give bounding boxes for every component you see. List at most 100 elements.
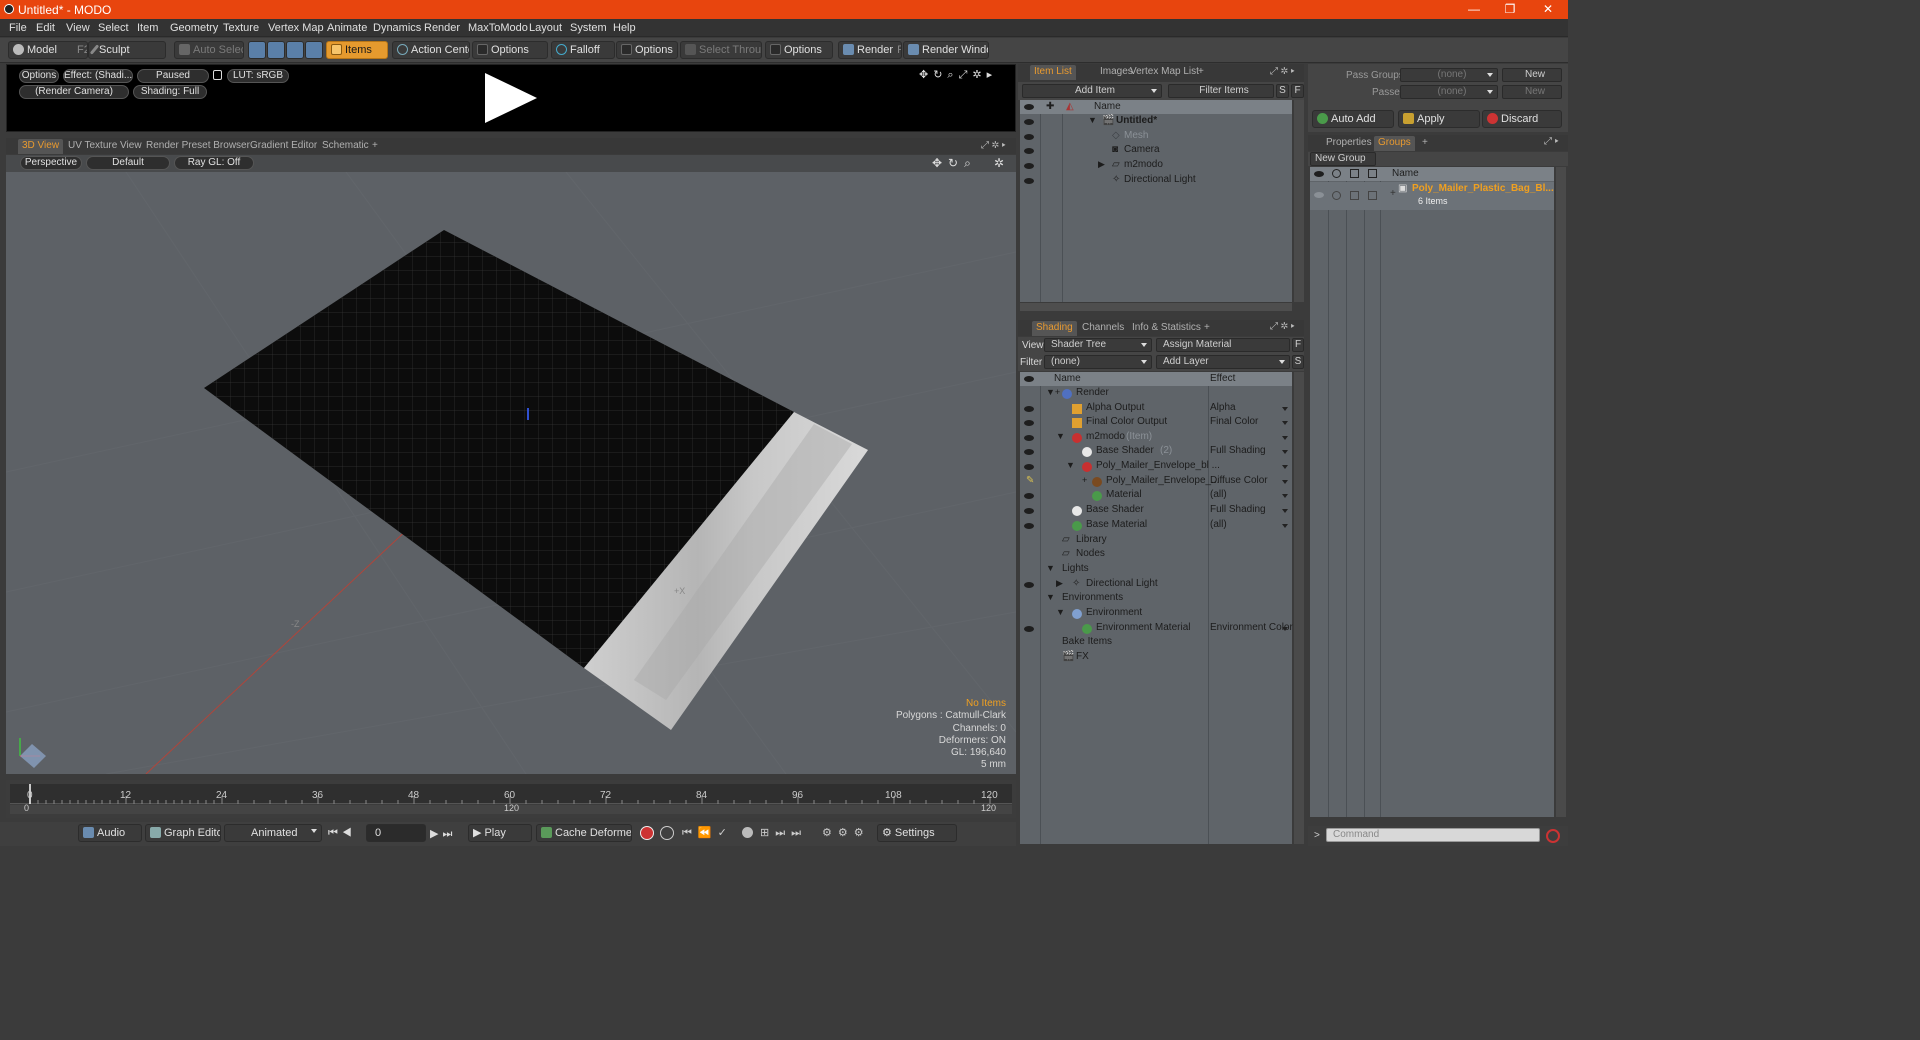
- sculpt-mode-button[interactable]: Sculpt: [88, 41, 166, 59]
- shader-effect[interactable]: (all): [1210, 519, 1227, 530]
- add-shading-tab-button[interactable]: +: [1200, 321, 1214, 336]
- shader-row-poly-mailer-group[interactable]: ▼ Poly_Mailer_Envelope_bl ...: [1020, 460, 1292, 474]
- tab-vertex-map-list[interactable]: Vertex Map List: [1126, 65, 1203, 80]
- timeline-range-bar[interactable]: 0 120 120: [10, 803, 1012, 814]
- eye-icon[interactable]: [1024, 464, 1034, 470]
- shader-row-final-color-output[interactable]: Final Color Output Final Color: [1020, 416, 1292, 430]
- item-row-mesh[interactable]: ◇ Mesh: [1020, 130, 1292, 144]
- add-groups-tab-button[interactable]: +: [1418, 136, 1432, 151]
- eye-icon[interactable]: [1024, 406, 1034, 412]
- assign-material-button[interactable]: Assign Material: [1156, 338, 1290, 352]
- tab-3d-view[interactable]: 3D View: [18, 139, 64, 154]
- play-button[interactable]: ▶ Play: [468, 824, 532, 842]
- menu-texture[interactable]: Texture: [223, 22, 259, 34]
- eye-icon[interactable]: [1024, 626, 1034, 632]
- step-forward-icons[interactable]: ▶⏭: [430, 827, 456, 841]
- shader-effect[interactable]: Full Shading: [1210, 504, 1266, 515]
- restore-button[interactable]: ❐: [1492, 0, 1528, 19]
- apply-button[interactable]: Apply: [1398, 110, 1480, 128]
- item-list-f-button[interactable]: F: [1291, 84, 1304, 98]
- audio-button[interactable]: Audio: [78, 824, 142, 842]
- tab-gradient-editor[interactable]: Gradient Editor: [246, 139, 321, 154]
- lock-icon[interactable]: [213, 70, 222, 80]
- expand-arrow-icon[interactable]: ▼: [1046, 592, 1055, 602]
- add-layer-dropdown[interactable]: Add Layer: [1156, 355, 1290, 369]
- key-tools-icons[interactable]: ⏮⏪✓: [682, 826, 733, 840]
- frame-field[interactable]: 0: [366, 824, 426, 842]
- preview-effect-dropdown[interactable]: Effect: (Shadi...: [63, 69, 133, 83]
- shader-row-alpha-output[interactable]: Alpha Output Alpha: [1020, 402, 1292, 416]
- item-list-scrollbar[interactable]: [1294, 100, 1304, 302]
- chevron-down-icon[interactable]: [1282, 436, 1288, 440]
- shader-row-base-shader-2[interactable]: Base Shader (2) Full Shading: [1020, 445, 1292, 459]
- chevron-down-icon[interactable]: [1282, 421, 1288, 425]
- item-row-untitled[interactable]: ▼ 🎬 Untitled*: [1020, 115, 1292, 129]
- expand-arrow-icon[interactable]: ▼+: [1046, 387, 1060, 397]
- shader-row-material[interactable]: Material (all): [1020, 489, 1292, 503]
- auto-key-icon[interactable]: [660, 826, 674, 840]
- minimize-button[interactable]: —: [1456, 0, 1492, 19]
- perspective-dropdown[interactable]: Perspective: [20, 156, 82, 170]
- menu-dynamics[interactable]: Dynamics: [373, 22, 421, 34]
- eye-icon[interactable]: [1024, 119, 1034, 125]
- shader-effect[interactable]: Final Color: [1210, 416, 1258, 427]
- chevron-down-icon[interactable]: [1282, 480, 1288, 484]
- shading-f-button[interactable]: F: [1292, 338, 1304, 352]
- items-mode-button[interactable]: Items: [326, 41, 388, 59]
- add-item-dropdown[interactable]: Add Item: [1022, 84, 1162, 98]
- close-button[interactable]: ✕: [1530, 0, 1566, 19]
- new-group-button[interactable]: New Group: [1310, 152, 1376, 166]
- add-item-tab-button[interactable]: +: [1194, 65, 1208, 80]
- eye-icon[interactable]: [1314, 192, 1324, 198]
- shading-tab-icons[interactable]: ⤢ ✲ ▸: [1270, 321, 1295, 332]
- 3d-viewport[interactable]: -Z +X No Items Polygons : Catmull-Clark …: [6, 172, 1016, 774]
- groups-tab-icons[interactable]: ⤢ ▸: [1544, 136, 1559, 147]
- shader-row-base-material[interactable]: Base Material (all): [1020, 519, 1292, 533]
- tab-info-statistics[interactable]: Info & Statistics: [1128, 321, 1205, 336]
- shader-row-environment[interactable]: ▼ Environment: [1020, 607, 1292, 621]
- render-button[interactable]: RenderF9: [838, 41, 902, 59]
- menu-edit[interactable]: Edit: [36, 22, 55, 34]
- shader-row-bake-items[interactable]: Bake Items: [1020, 636, 1292, 650]
- shader-row-fx[interactable]: 🎬 FX: [1020, 651, 1292, 665]
- misc-tools-icons[interactable]: ⚙⚙⚙: [822, 826, 870, 839]
- expand-plus-icon[interactable]: +: [1390, 188, 1396, 199]
- preview-options-button[interactable]: Options: [19, 69, 59, 83]
- chevron-down-icon[interactable]: [1282, 627, 1288, 631]
- shader-tree[interactable]: Name Effect ▼+ Render Alpha Output Alpha…: [1020, 372, 1293, 844]
- new-pass-button[interactable]: New: [1502, 85, 1562, 99]
- chevron-down-icon[interactable]: [1282, 450, 1288, 454]
- groups-list[interactable]: Name + ▣ Poly_Mailer_Plastic_Bag_Bl... 6…: [1310, 167, 1554, 817]
- eye-icon[interactable]: [1024, 449, 1034, 455]
- shader-tree-dropdown[interactable]: Shader Tree: [1044, 338, 1152, 352]
- vertices-mode-button[interactable]: [248, 41, 266, 59]
- tab-schematic[interactable]: Schematic: [318, 139, 373, 154]
- settings-button[interactable]: ⚙ Settings: [877, 824, 957, 842]
- item-list-hscrollbar[interactable]: [1020, 303, 1292, 311]
- menu-file[interactable]: File: [9, 22, 27, 34]
- materials-mode-button[interactable]: [305, 41, 323, 59]
- chevron-down-icon[interactable]: [1282, 494, 1288, 498]
- eye-icon[interactable]: [1024, 493, 1034, 499]
- eye-icon[interactable]: [1024, 435, 1034, 441]
- animated-dropdown[interactable]: Animated: [224, 824, 322, 842]
- menu-help[interactable]: Help: [613, 22, 636, 34]
- menu-vertex-map[interactable]: Vertex Map: [268, 22, 324, 34]
- shader-tree-scrollbar[interactable]: [1294, 372, 1304, 844]
- lut-dropdown[interactable]: LUT: sRGB: [227, 69, 289, 83]
- shader-row-base-shader[interactable]: Base Shader Full Shading: [1020, 504, 1292, 518]
- new-pass-group-button[interactable]: New: [1502, 68, 1562, 82]
- chevron-down-icon[interactable]: [1282, 407, 1288, 411]
- shading-s-button[interactable]: S: [1292, 355, 1304, 369]
- filter-items-input[interactable]: Filter Items: [1168, 84, 1274, 98]
- tab-channels[interactable]: Channels: [1078, 321, 1128, 336]
- key-nav-icons[interactable]: ⊞⏭⏭: [760, 826, 807, 840]
- menu-item[interactable]: Item: [137, 22, 158, 34]
- shader-row-environments[interactable]: ▼ Environments: [1020, 592, 1292, 606]
- action-center-options-button[interactable]: Options: [472, 41, 548, 59]
- expand-arrow-icon[interactable]: ▼: [1056, 607, 1065, 617]
- select-toggle-icon[interactable]: [1368, 191, 1377, 200]
- expand-arrow-icon[interactable]: ▼: [1066, 460, 1075, 470]
- panel-tab-icons[interactable]: ⤢ ✲ ▸: [1270, 66, 1295, 77]
- edges-mode-button[interactable]: [267, 41, 285, 59]
